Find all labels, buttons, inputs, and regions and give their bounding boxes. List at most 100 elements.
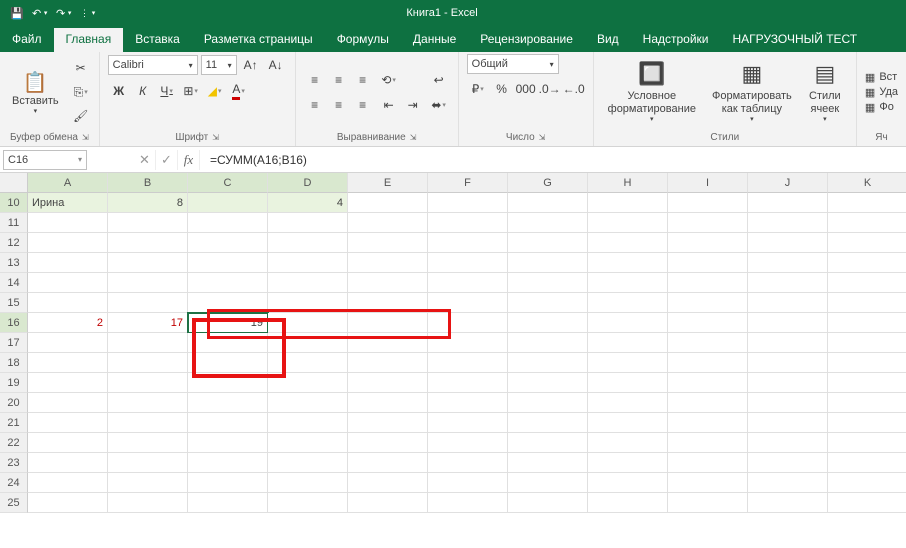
decrease-decimal-icon[interactable]: ←.0: [563, 78, 585, 100]
cell[interactable]: [28, 453, 108, 473]
cell[interactable]: [588, 473, 668, 493]
cell[interactable]: [748, 353, 828, 373]
tab-view[interactable]: Вид: [585, 28, 631, 52]
tab-file[interactable]: Файл: [0, 28, 54, 52]
align-top-icon[interactable]: ≡: [304, 69, 326, 91]
cell[interactable]: [268, 333, 348, 353]
cell[interactable]: [108, 393, 188, 413]
underline-button[interactable]: Ч: [156, 80, 178, 102]
cell[interactable]: 2: [28, 313, 108, 333]
cell[interactable]: [268, 293, 348, 313]
cell[interactable]: [28, 413, 108, 433]
cell[interactable]: [588, 213, 668, 233]
enter-formula-icon[interactable]: ✓: [156, 150, 178, 170]
cell[interactable]: [28, 293, 108, 313]
row-header[interactable]: 19: [0, 373, 28, 393]
cell[interactable]: [828, 473, 906, 493]
dialog-launcher-icon[interactable]: ⇲: [410, 133, 417, 142]
cell[interactable]: [428, 433, 508, 453]
cell[interactable]: [668, 413, 748, 433]
merge-button[interactable]: ⬌: [428, 94, 450, 116]
cell[interactable]: [828, 373, 906, 393]
cell[interactable]: [188, 293, 268, 313]
conditional-formatting-button[interactable]: 🔲 Условное форматирование▾: [602, 58, 702, 127]
cell[interactable]: [588, 393, 668, 413]
cell[interactable]: [748, 393, 828, 413]
font-size-select[interactable]: 11▾: [201, 55, 237, 75]
cell[interactable]: [588, 293, 668, 313]
cell[interactable]: [748, 333, 828, 353]
cell[interactable]: [268, 433, 348, 453]
column-header[interactable]: I: [668, 173, 748, 193]
column-header[interactable]: B: [108, 173, 188, 193]
cell[interactable]: [268, 473, 348, 493]
cell[interactable]: [588, 413, 668, 433]
qat-customize-icon[interactable]: ⋮ ▾: [80, 4, 98, 22]
cell[interactable]: [748, 233, 828, 253]
cell[interactable]: [348, 393, 428, 413]
cell[interactable]: [668, 433, 748, 453]
cell[interactable]: [588, 273, 668, 293]
save-icon[interactable]: 💾: [8, 4, 26, 22]
cell[interactable]: [348, 413, 428, 433]
cell[interactable]: [188, 233, 268, 253]
percent-icon[interactable]: %: [491, 78, 513, 100]
cell[interactable]: [668, 333, 748, 353]
cell[interactable]: [348, 293, 428, 313]
cell[interactable]: [188, 193, 268, 213]
row-header[interactable]: 25: [0, 493, 28, 513]
tab-insert[interactable]: Вставка: [123, 28, 192, 52]
row-header[interactable]: 21: [0, 413, 28, 433]
cell[interactable]: [28, 493, 108, 513]
cell[interactable]: [588, 193, 668, 213]
cell[interactable]: [508, 453, 588, 473]
cell[interactable]: [828, 253, 906, 273]
dialog-launcher-icon[interactable]: ⇲: [82, 133, 89, 142]
cell[interactable]: [828, 333, 906, 353]
row-header[interactable]: 20: [0, 393, 28, 413]
orientation-icon[interactable]: ⟲: [378, 69, 400, 91]
paste-button[interactable]: 📋 Вставить ▾: [8, 68, 63, 117]
cell[interactable]: [188, 413, 268, 433]
cell[interactable]: [28, 233, 108, 253]
cell[interactable]: [428, 373, 508, 393]
cell[interactable]: [348, 473, 428, 493]
cell[interactable]: [588, 313, 668, 333]
cell[interactable]: [588, 373, 668, 393]
cell[interactable]: [348, 433, 428, 453]
cell[interactable]: [188, 493, 268, 513]
cell[interactable]: [668, 393, 748, 413]
cell[interactable]: [428, 213, 508, 233]
cell[interactable]: [268, 393, 348, 413]
row-header[interactable]: 18: [0, 353, 28, 373]
cell[interactable]: [108, 353, 188, 373]
cell[interactable]: [588, 233, 668, 253]
cell[interactable]: [28, 373, 108, 393]
formula-input[interactable]: [204, 150, 906, 170]
column-header[interactable]: A: [28, 173, 108, 193]
row-header[interactable]: 16: [0, 313, 28, 333]
cell[interactable]: [508, 193, 588, 213]
fx-icon[interactable]: fx: [178, 150, 200, 170]
insert-cells-button[interactable]: ▦ Вст: [865, 71, 898, 84]
cell[interactable]: 4: [268, 193, 348, 213]
cut-icon[interactable]: ✂: [71, 58, 91, 78]
column-header[interactable]: J: [748, 173, 828, 193]
cell[interactable]: [268, 253, 348, 273]
cell-styles-button[interactable]: ▤ Стили ячеек▾: [802, 58, 848, 127]
cell[interactable]: [108, 253, 188, 273]
cell[interactable]: [508, 313, 588, 333]
cell[interactable]: [108, 273, 188, 293]
select-all-corner[interactable]: [0, 173, 28, 193]
cell[interactable]: [348, 493, 428, 513]
delete-cells-button[interactable]: ▦ Уда: [865, 86, 898, 99]
cell[interactable]: [828, 453, 906, 473]
align-center-icon[interactable]: ≡: [328, 94, 350, 116]
cell[interactable]: [28, 213, 108, 233]
tab-home[interactable]: Главная: [54, 28, 124, 52]
cell[interactable]: [188, 213, 268, 233]
cell[interactable]: [508, 353, 588, 373]
cell[interactable]: [668, 373, 748, 393]
cell[interactable]: [668, 213, 748, 233]
align-middle-icon[interactable]: ≡: [328, 69, 350, 91]
